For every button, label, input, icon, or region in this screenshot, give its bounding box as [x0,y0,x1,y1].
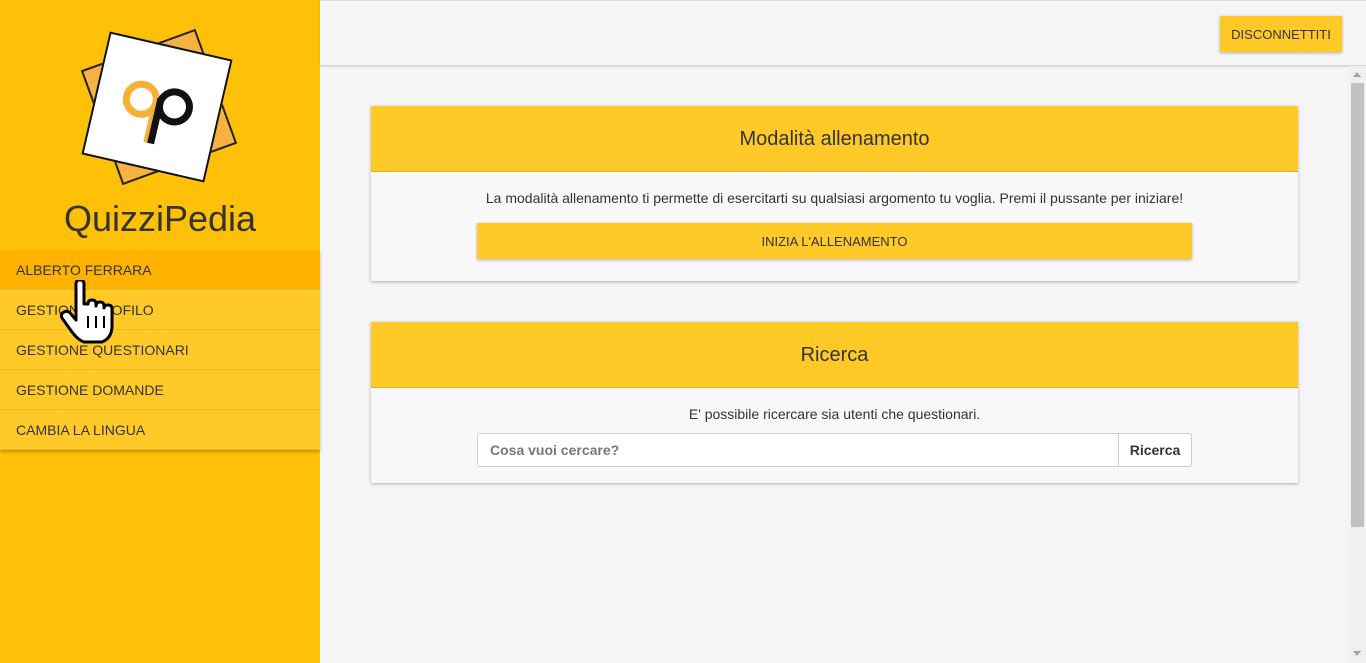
sidebar-menu: ALBERTO FERRARA GESTIONE PROFILO GESTION… [0,250,320,450]
app-logo [80,28,240,188]
top-bar: DISCONNETTITI [320,0,1366,66]
start-training-button[interactable]: INIZIA L'ALLENAMENTO [477,223,1192,259]
training-card-title: Modalità allenamento [371,106,1298,172]
sidebar-item-questionnaires[interactable]: GESTIONE QUESTIONARI [0,330,320,370]
scrollbar[interactable] [1349,66,1366,663]
app-title: QuizziPedia [63,198,257,239]
search-description: E' possibile ricercare sia utenti che qu… [688,406,981,422]
sidebar-item-questions[interactable]: GESTIONE DOMANDE [0,370,320,410]
sidebar-item-user[interactable]: ALBERTO FERRARA [0,250,320,290]
search-button[interactable]: Ricerca [1118,433,1192,467]
search-card-title: Ricerca [371,322,1298,388]
scroll-thumb[interactable] [1351,83,1364,527]
sidebar: QuizziPedia ALBERTO FERRARA GESTIONE PRO… [0,0,320,663]
qp-logo-icon [122,80,193,145]
search-card: Ricerca E' possibile ricercare sia utent… [371,322,1298,483]
logo-front-square [81,31,233,183]
scroll-down-icon[interactable] [1353,651,1361,656]
sidebar-item-profile[interactable]: GESTIONE PROFILO [0,290,320,330]
scroll-up-icon[interactable] [1353,72,1361,77]
logout-button[interactable]: DISCONNETTITI [1220,16,1342,52]
search-group: Ricerca [477,433,1192,467]
training-card: Modalità allenamento La modalità allenam… [371,106,1298,281]
search-input[interactable] [477,433,1118,467]
training-description: La modalità allenamento ti permette di e… [485,190,1184,206]
sidebar-item-language[interactable]: CAMBIA LA LINGUA [0,410,320,450]
